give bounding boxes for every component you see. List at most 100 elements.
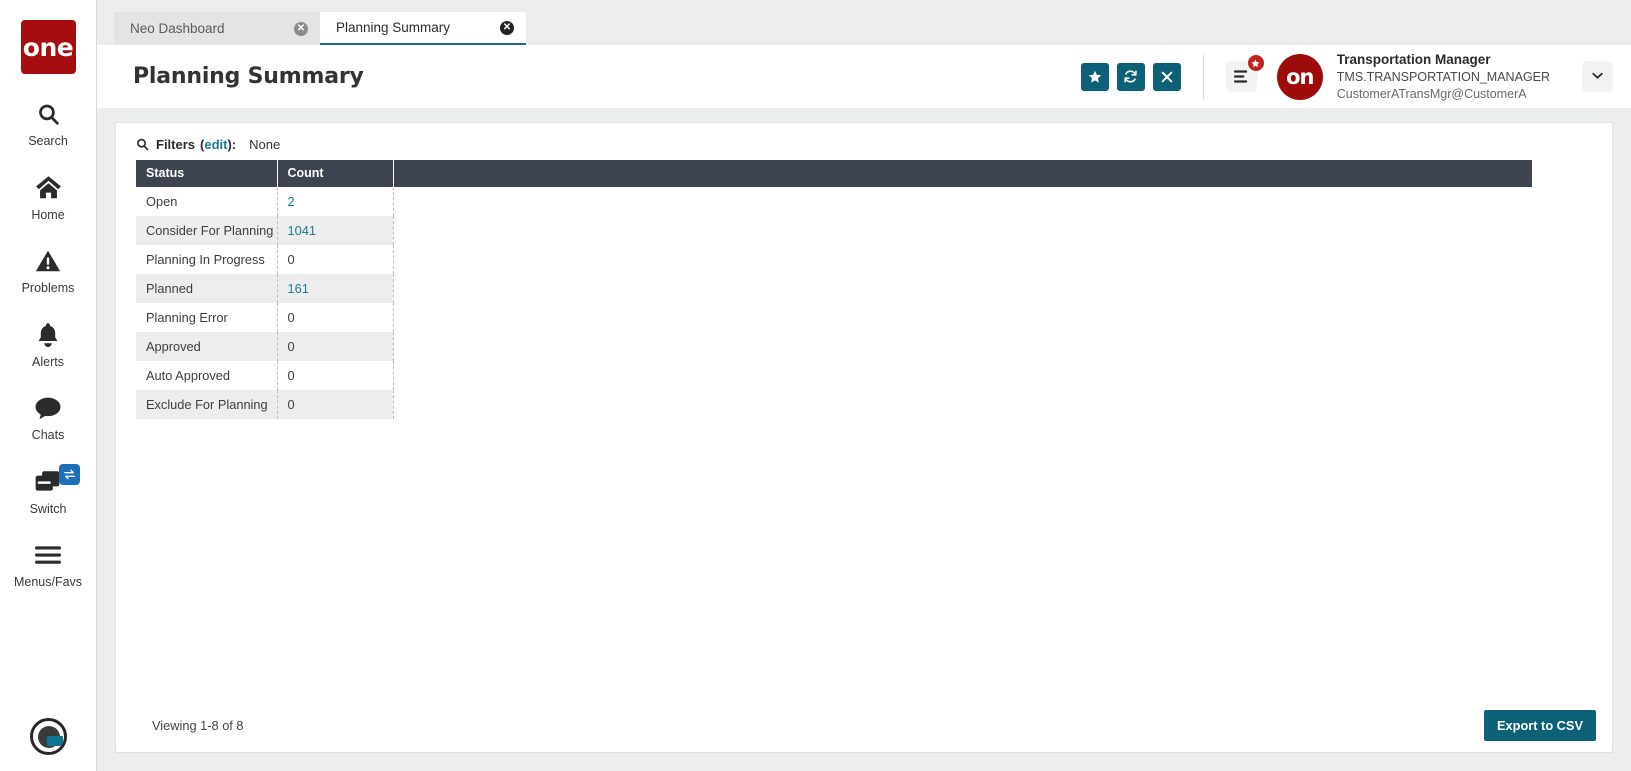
count-link[interactable]: 2 [288, 194, 295, 209]
table-footer: Viewing 1-8 of 8 Export to CSV [116, 698, 1612, 752]
cell-filler [393, 303, 1532, 332]
star-badge-icon [1246, 54, 1265, 72]
cell-count: 0 [277, 361, 394, 390]
column-header-status[interactable]: Status [136, 160, 278, 187]
close-icon[interactable]: ✕ [294, 21, 308, 36]
paren-close: ): [227, 137, 237, 152]
user-info: Transportation Manager TMS.TRANSPORTATIO… [1337, 51, 1550, 102]
user-profile-avatar[interactable] [30, 718, 67, 755]
home-icon [35, 172, 62, 204]
page-header: Planning Summary on Transportation Manag… [97, 45, 1631, 108]
column-header-filler [393, 160, 1532, 187]
swap-arrows-icon[interactable] [58, 463, 80, 485]
refresh-button[interactable] [1116, 62, 1145, 91]
count-value: 0 [287, 397, 295, 412]
sidebar-item-label: Search [28, 134, 68, 148]
cell-count[interactable]: 2 [277, 187, 394, 216]
sidebar-item-problems[interactable]: Problems [0, 245, 97, 295]
close-icon[interactable]: ✕ [500, 20, 514, 35]
viewing-count-text: Viewing 1-8 of 8 [152, 717, 244, 733]
brand-logo[interactable]: one [20, 20, 76, 74]
cell-filler [393, 390, 1532, 419]
column-header-count[interactable]: Count [277, 160, 394, 187]
cell-count: 0 [277, 332, 394, 361]
count-value: 0 [287, 339, 295, 354]
sidebar-item-search[interactable]: Search [0, 98, 97, 148]
star-icon [1251, 58, 1260, 67]
user-email: CustomerATransMgr@CustomerA [1336, 86, 1527, 101]
table-row: Planning In Progress 0 [136, 245, 1532, 274]
filters-edit-wrap: (edit): [200, 137, 236, 152]
table-body: Open 2 Consider For Planning 1041 Planning I… [136, 187, 1532, 419]
search-icon [36, 98, 61, 130]
content-card: Filters (edit): None Status Count Open 2 C… [115, 122, 1613, 753]
hamburger-icon [34, 539, 62, 571]
close-icon [1161, 71, 1173, 82]
cell-status: Planning In Progress [136, 245, 278, 274]
cell-filler [393, 274, 1532, 303]
table-header-row: Status Count [136, 160, 1532, 187]
cell-status: Planning Error [136, 303, 278, 332]
count-value: 0 [287, 310, 295, 325]
table-row: Consider For Planning 1041 [136, 216, 1532, 245]
cell-status: Approved [136, 332, 278, 361]
filters-value: None [249, 137, 281, 152]
content-wrap: Filters (edit): None Status Count Open 2 C… [97, 108, 1631, 771]
search-icon [136, 138, 149, 151]
sidebar-item-label: Alerts [32, 354, 64, 369]
cell-count[interactable]: 161 [277, 274, 394, 303]
tab-neo-dashboard[interactable]: Neo Dashboard ✕ [114, 12, 320, 45]
sidebar-item-chats[interactable]: Chats [0, 392, 97, 442]
sidebar-item-alerts[interactable]: Alerts [0, 319, 97, 369]
sidebar-item-label: Chats [31, 428, 65, 442]
left-sidebar: one Search Home Problems Alerts Chats Sw… [0, 0, 97, 771]
tab-label: Planning Summary [336, 20, 451, 35]
filters-edit-link[interactable]: edit [204, 137, 227, 152]
cell-status: Planned [136, 274, 278, 303]
planning-summary-table: Status Count Open 2 Consider For Planning 1… [136, 160, 1532, 419]
cell-count: 0 [277, 303, 394, 332]
sidebar-item-switch[interactable]: Switch [0, 463, 97, 516]
count-link[interactable]: 1041 [288, 223, 316, 238]
export-to-csv-button[interactable]: Export to CSV [1483, 709, 1596, 741]
sidebar-item-label: Switch [29, 501, 67, 516]
tab-planning-summary[interactable]: Planning Summary ✕ [320, 12, 526, 45]
cell-status: Consider For Planning [136, 216, 278, 245]
table-region: Status Count Open 2 Consider For Planning 1… [116, 160, 1612, 752]
star-icon [1088, 70, 1101, 83]
sidebar-item-label: Menus/Favs [13, 575, 83, 589]
avatar[interactable]: on [1276, 53, 1323, 100]
header-action-buttons [1080, 62, 1181, 91]
list-lines-icon [1233, 70, 1247, 83]
table-row: Planned 161 [136, 274, 1532, 303]
table-row: Auto Approved 0 [136, 361, 1532, 390]
sidebar-item-label: Problems [21, 281, 75, 295]
profile-photo-icon [37, 725, 63, 748]
user-menu-dropdown-button[interactable] [1582, 61, 1613, 92]
cell-filler [393, 216, 1532, 245]
count-link[interactable]: 161 [288, 281, 309, 296]
refresh-icon [1124, 70, 1138, 83]
tab-label: Neo Dashboard [130, 21, 225, 36]
switch-windows-icon [34, 466, 62, 498]
close-button[interactable] [1152, 62, 1181, 91]
cell-filler [393, 245, 1532, 274]
cell-count[interactable]: 1041 [277, 216, 394, 245]
user-role: TMS.TRANSPORTATION_MANAGER [1336, 70, 1550, 85]
sidebar-item-label: Home [31, 207, 65, 222]
cell-status: Auto Approved [136, 361, 278, 390]
cell-status: Exclude For Planning [136, 390, 278, 419]
page-title: Planning Summary [133, 64, 364, 89]
sidebar-item-menus-favs[interactable]: Menus/Favs [0, 539, 97, 589]
table-row: Approved 0 [136, 332, 1532, 361]
sidebar-item-home[interactable]: Home [0, 172, 97, 222]
filters-label: Filters [156, 137, 196, 152]
chevron-down-icon [1591, 72, 1604, 79]
table-row: Planning Error 0 [136, 303, 1532, 332]
filters-row: Filters (edit): None [116, 123, 1612, 160]
header-divider [1202, 54, 1204, 99]
favorite-button[interactable] [1080, 62, 1109, 91]
cell-count: 0 [277, 390, 394, 419]
user-name: Transportation Manager [1336, 52, 1491, 68]
cell-filler [393, 187, 1532, 216]
